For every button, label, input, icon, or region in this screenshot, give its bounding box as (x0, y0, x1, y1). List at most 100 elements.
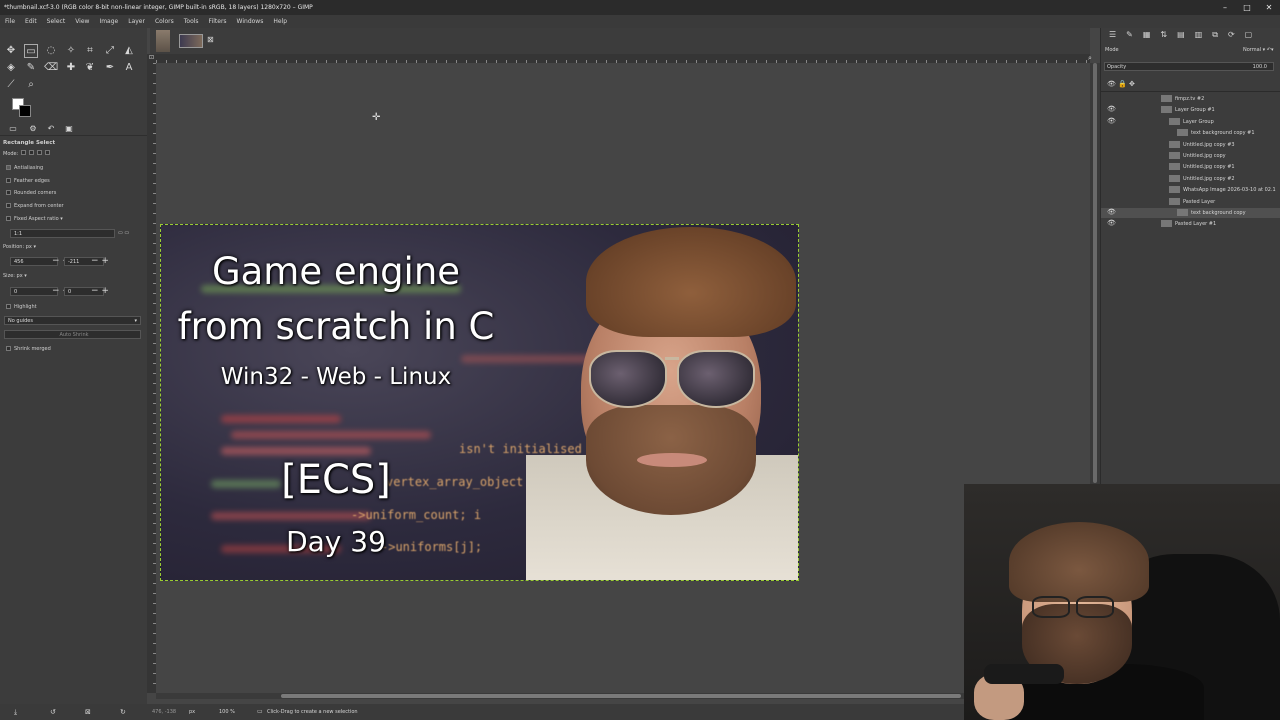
size-w-field[interactable]: 0 (10, 287, 58, 296)
menu-select[interactable]: Select (42, 15, 71, 28)
device-status-tab-icon[interactable]: ⚙ (26, 122, 40, 136)
maximize-button[interactable]: □ (1236, 0, 1258, 15)
layer-thumbnail (1169, 117, 1180, 125)
warp-icon[interactable]: ◭ (122, 44, 136, 58)
image-tab-thumb-2[interactable] (179, 34, 203, 48)
horizontal-ruler (156, 54, 1090, 63)
layer-row[interactable]: text background copy #1 (1101, 128, 1280, 138)
ruler-corner: ⊡ (147, 54, 156, 63)
menu-tools[interactable]: Tools (179, 15, 204, 28)
ratio-buttons[interactable]: ▭ ▭ (118, 230, 129, 236)
menu-view[interactable]: View (70, 15, 94, 28)
thumbnail-platforms: Win32 - Web - Linux (220, 364, 452, 390)
rect-select-icon[interactable]: ▭ (24, 44, 38, 58)
horizontal-scroll-thumb[interactable] (281, 694, 961, 698)
tool-options-tab-icon[interactable]: ▭ (6, 122, 20, 136)
size-unit[interactable]: px (17, 273, 23, 279)
antialiasing-checkbox[interactable]: Antialiasing (6, 165, 43, 171)
layer-row[interactable]: fimpz.tv #2 (1101, 94, 1280, 104)
crop-icon[interactable]: ⌗ (83, 44, 97, 58)
menu-colors[interactable]: Colors (150, 15, 179, 28)
paintbrush-icon[interactable]: ✎ (24, 61, 38, 75)
visibility-eye-icon[interactable]: 👁 (1107, 208, 1116, 216)
smudge-icon[interactable]: ❦ (83, 61, 97, 75)
text-icon[interactable]: A (122, 61, 136, 75)
shrink-merged-checkbox[interactable]: Shrink merged (6, 346, 51, 352)
menu-windows[interactable]: Windows (232, 15, 269, 28)
menu-layer[interactable]: Layer (123, 15, 150, 28)
layer-row[interactable]: 👁 text background copy (1101, 208, 1280, 218)
visibility-eye-icon[interactable]: 👁 (1107, 219, 1116, 227)
layer-row[interactable]: 👁 Layer Group #1 (1101, 105, 1280, 115)
highlight-checkbox[interactable]: Highlight (6, 304, 37, 310)
guides-select[interactable]: No guides ▾ (4, 316, 141, 325)
background-color[interactable] (19, 105, 31, 117)
move-icon[interactable]: ✥ (4, 44, 18, 58)
lock-icons[interactable]: 👁 🔒 ✥ (1107, 80, 1135, 88)
zoom-icon[interactable]: ⌕ (24, 78, 38, 92)
visibility-eye-icon[interactable]: 👁 (1107, 117, 1116, 125)
fixed-checkbox[interactable]: Fixed Aspect ratio ▾ (6, 216, 63, 222)
clone-icon[interactable]: ✚ (64, 61, 78, 75)
sunglasses-right-lens (677, 350, 755, 408)
close-button[interactable]: ✕ (1258, 0, 1280, 15)
layer-row[interactable]: Untitled.jpg copy #1 (1101, 162, 1280, 172)
dock-tab-icons[interactable]: ☰✎▦⇅▤▥⧉⟳▢ (1109, 30, 1262, 40)
transform-icon[interactable]: ⤢ (103, 44, 117, 58)
paths-icon[interactable]: ✒ (103, 61, 117, 75)
menu-edit[interactable]: Edit (20, 15, 42, 28)
thumbnail-image[interactable]: isn't initialised vertex_array_object ->… (160, 224, 799, 581)
auto-shrink-button[interactable]: Auto Shrink (4, 330, 141, 339)
layer-row[interactable]: 👁 Layer Group (1101, 117, 1280, 127)
layer-row[interactable]: WhatsApp Image 2026-03-10 at 02.1 (1101, 185, 1280, 195)
layer-mode-select[interactable]: Normal ▾ ↶▾ (1243, 47, 1273, 53)
layer-row[interactable]: Untitled.jpg copy (1101, 151, 1280, 161)
vertical-ruler (147, 63, 156, 693)
pos-y-stepper[interactable]: − + (91, 257, 109, 266)
lasso-icon[interactable]: ◌ (44, 44, 58, 58)
layer-row[interactable]: Pasted Layer (1101, 197, 1280, 207)
minimize-button[interactable]: – (1214, 0, 1236, 15)
code-blur-5 (211, 512, 371, 520)
close-tab-icon[interactable]: ⊠ (207, 35, 214, 44)
size-label-text: Size: (3, 273, 15, 279)
horizontal-scrollbar[interactable] (156, 693, 1090, 699)
unit-select[interactable]: px (189, 704, 195, 720)
code-text-3: ->uniform_count; i (351, 508, 482, 522)
position-x-field[interactable]: 456 (10, 257, 58, 266)
images-tab-icon[interactable]: ▣ (62, 122, 76, 136)
image-tab-thumb-1[interactable] (156, 30, 170, 52)
fuzzy-select-icon[interactable]: ✧ (64, 44, 78, 58)
expand-center-checkbox[interactable]: Expand from center (6, 203, 64, 209)
menu-filters[interactable]: Filters (204, 15, 232, 28)
menu-help[interactable]: Help (268, 15, 292, 28)
zoom-select[interactable]: 100 % (219, 704, 235, 720)
restore-icon[interactable]: ↻ (120, 704, 126, 720)
visibility-eye-icon[interactable]: 👁 (1107, 105, 1116, 113)
undo-history-tab-icon[interactable]: ↶ (44, 122, 58, 136)
thumbnail-tag: [ECS] (281, 457, 391, 503)
color-picker-icon[interactable]: ⟋ (4, 78, 18, 92)
layer-row[interactable]: Untitled.jpg copy #3 (1101, 140, 1280, 150)
zoom-canvas-icon[interactable]: ⌕ (1088, 54, 1092, 63)
eraser-icon[interactable]: ⌫ (44, 61, 58, 75)
layers-dock: ☰✎▦⇅▤▥⧉⟳▢ Mode Normal ▾ ↶▾ Opacity 100.0… (1100, 28, 1280, 484)
vertical-scroll-thumb[interactable] (1093, 63, 1097, 483)
layer-row[interactable]: 👁 Pasted Layer #1 (1101, 219, 1280, 229)
ratio-field[interactable]: 1:1 (10, 229, 115, 238)
position-unit[interactable]: px (26, 244, 32, 250)
divider (1101, 91, 1280, 92)
feather-edges-checkbox[interactable]: Feather edges (6, 178, 50, 184)
mode-buttons[interactable] (21, 150, 53, 156)
bucket-icon[interactable]: ◈ (4, 61, 18, 75)
selection-mode-icon: ▭ (257, 708, 263, 715)
size-h-stepper[interactable]: − + (91, 287, 109, 296)
rounded-corners-checkbox[interactable]: Rounded corners (6, 190, 56, 196)
export-icon[interactable]: ⤓ (14, 704, 17, 720)
menu-image[interactable]: Image (94, 15, 123, 28)
delete-icon[interactable]: ⊠ (85, 704, 91, 720)
opacity-slider[interactable]: Opacity 100.0 (1104, 62, 1274, 71)
layer-row[interactable]: Untitled.jpg copy #2 (1101, 174, 1280, 184)
reset-icon[interactable]: ↺ (50, 704, 56, 720)
menu-file[interactable]: File (0, 15, 20, 28)
